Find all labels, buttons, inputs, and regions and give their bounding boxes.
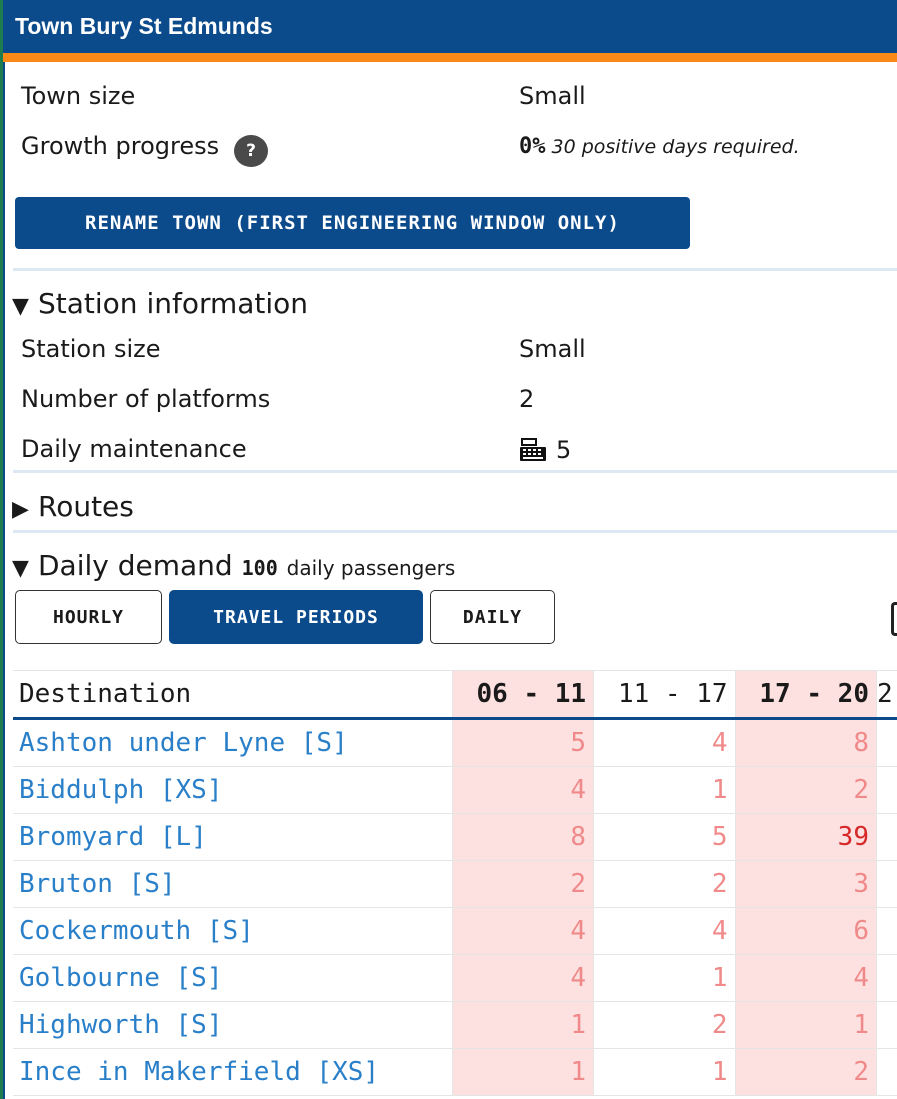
destination-link[interactable]: Ashton under Lyne [S] — [13, 718, 453, 767]
panel-edge — [3, 60, 5, 1099]
table-row: Golbourne [S] 4 1 4 — [13, 954, 897, 1002]
demand-cell: 4 — [451, 766, 594, 814]
table-row: Biddulph [XS] 4 1 2 — [13, 766, 897, 814]
demand-cell: 1 — [451, 1048, 594, 1096]
help-icon[interactable]: ? — [234, 135, 268, 167]
destination-link[interactable]: Bromyard [L] — [13, 813, 453, 861]
growth-progress-label: Growth progress — [21, 132, 220, 160]
platforms-label: Number of platforms — [21, 385, 271, 413]
destination-link[interactable]: Biddulph [XS] — [13, 766, 453, 814]
town-size-value: Small — [519, 82, 586, 110]
growth-progress-value: 0% 30 positive days required. — [519, 134, 800, 159]
demand-cell: 4 — [451, 907, 594, 955]
demand-cell: 8 — [451, 813, 594, 861]
destination-link[interactable]: Bruton [S] — [13, 860, 453, 908]
daily-demand-heading: Daily demand — [38, 549, 233, 582]
demand-cell: 1 — [734, 1001, 877, 1049]
station-size-label: Station size — [21, 335, 161, 363]
table-row: Bruton [S] 2 2 3 — [13, 860, 897, 908]
demand-cell: 5 — [451, 718, 594, 767]
demand-cell: 2 — [593, 1001, 736, 1049]
demand-cell-cut — [875, 1048, 897, 1096]
export-icon[interactable] — [891, 602, 897, 636]
station-info-toggle[interactable]: ▼ Station information — [12, 287, 308, 320]
table-row: Cockermouth [S] 4 4 6 — [13, 907, 897, 955]
demand-cell: 4 — [734, 954, 877, 1002]
destination-link[interactable]: Ince in Makerfield [XS] — [13, 1048, 453, 1096]
demand-cell: 2 — [734, 1048, 877, 1096]
demand-cell: 1 — [451, 1001, 594, 1049]
daily-demand-total: 100 — [241, 556, 278, 580]
divider — [13, 470, 897, 473]
divider — [13, 530, 897, 533]
table-row: Ashton under Lyne [S] 5 4 8 — [13, 718, 897, 767]
column-header-11-17[interactable]: 11 - 17 — [593, 670, 736, 720]
daily-demand-suffix: daily passengers — [286, 556, 456, 580]
demand-cell: 4 — [593, 718, 736, 767]
maintenance-label: Daily maintenance — [21, 435, 247, 463]
divider — [13, 268, 897, 271]
demand-cell: 4 — [451, 954, 594, 1002]
demand-cell-cut — [875, 718, 897, 767]
demand-cell: 5 — [593, 813, 736, 861]
demand-cell: 6 — [734, 907, 877, 955]
demand-cell: 2 — [593, 860, 736, 908]
column-header-17-20[interactable]: 17 - 20 — [734, 670, 877, 720]
growth-percent: 0% — [519, 134, 546, 159]
table-row: Bromyard [L] 8 5 39 — [13, 813, 897, 861]
tab-travel-periods[interactable]: TRAVEL PERIODS — [169, 590, 423, 644]
demand-cell: 2 — [451, 860, 594, 908]
triangle-right-icon: ▶ — [12, 497, 29, 522]
tab-daily[interactable]: DAILY — [430, 590, 555, 644]
demand-cell: 1 — [593, 766, 736, 814]
demand-cell: 1 — [593, 954, 736, 1002]
routes-heading: Routes — [38, 490, 134, 523]
triangle-down-icon: ▼ — [12, 556, 29, 581]
platforms-value: 2 — [519, 385, 535, 413]
destination-link[interactable]: Cockermouth [S] — [13, 907, 453, 955]
header-accent-bar — [3, 53, 897, 62]
column-header-destination[interactable]: Destination — [13, 670, 453, 720]
routes-toggle[interactable]: ▶ Routes — [12, 490, 134, 523]
station-info-heading: Station information — [38, 287, 309, 320]
station-size-value: Small — [519, 335, 586, 363]
demand-cell-cut — [875, 766, 897, 814]
table-header-row: Destination 06 - 11 11 - 17 17 - 20 2 — [13, 670, 897, 720]
maintenance-value: 5 — [556, 436, 572, 464]
demand-cell-cut — [875, 813, 897, 861]
town-size-label: Town size — [21, 82, 136, 110]
table-row: Highworth [S] 1 2 1 — [13, 1001, 897, 1049]
demand-cell: 39 — [734, 813, 877, 861]
column-header-next[interactable]: 2 — [875, 670, 897, 720]
triangle-down-icon: ▼ — [12, 294, 29, 319]
daily-demand-toggle[interactable]: ▼ Daily demand 100 daily passengers — [12, 549, 455, 582]
column-header-06-11[interactable]: 06 - 11 — [451, 670, 594, 720]
table-row: Ince in Makerfield [XS] 1 1 2 — [13, 1048, 897, 1096]
cash-register-icon — [520, 438, 546, 461]
growth-note: 30 positive days required. — [551, 136, 800, 158]
panel-header: Town Bury St Edmunds — [3, 0, 897, 53]
demand-cell: 2 — [734, 766, 877, 814]
rename-town-button[interactable]: RENAME TOWN (FIRST ENGINEERING WINDOW ON… — [15, 197, 690, 249]
demand-cell: 1 — [593, 1048, 736, 1096]
demand-cell-cut — [875, 954, 897, 1002]
destination-link[interactable]: Golbourne [S] — [13, 954, 453, 1002]
panel-title: Town Bury St Edmunds — [15, 13, 273, 39]
demand-cell-cut — [875, 1001, 897, 1049]
demand-table: Destination 06 - 11 11 - 17 17 - 20 2 As… — [13, 670, 897, 1096]
demand-cell: 8 — [734, 718, 877, 767]
demand-cell-cut — [875, 907, 897, 955]
demand-cell: 3 — [734, 860, 877, 908]
tab-hourly[interactable]: HOURLY — [15, 590, 162, 644]
demand-cell: 4 — [593, 907, 736, 955]
demand-cell-cut — [875, 860, 897, 908]
destination-link[interactable]: Highworth [S] — [13, 1001, 453, 1049]
